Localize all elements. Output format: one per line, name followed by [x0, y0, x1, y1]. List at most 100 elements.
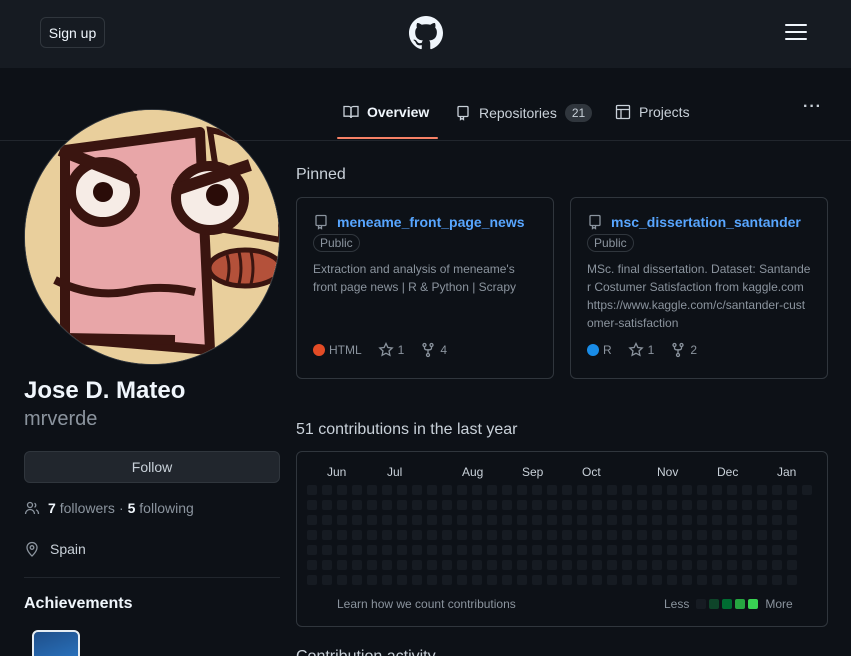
contribution-day[interactable]: [622, 485, 632, 495]
contribution-day[interactable]: [427, 530, 437, 540]
contribution-day[interactable]: [517, 485, 527, 495]
contribution-day[interactable]: [757, 575, 767, 585]
contribution-day[interactable]: [427, 575, 437, 585]
contribution-day[interactable]: [532, 575, 542, 585]
contribution-day[interactable]: [322, 500, 332, 510]
contribution-day[interactable]: [622, 560, 632, 570]
contribution-day[interactable]: [547, 560, 557, 570]
contribution-day[interactable]: [637, 560, 647, 570]
contribution-day[interactable]: [382, 545, 392, 555]
contribution-day[interactable]: [547, 545, 557, 555]
contribution-day[interactable]: [652, 560, 662, 570]
contribution-day[interactable]: [487, 560, 497, 570]
contribution-day[interactable]: [577, 530, 587, 540]
contribution-day[interactable]: [307, 500, 317, 510]
contribution-day[interactable]: [442, 575, 452, 585]
contribution-day[interactable]: [502, 500, 512, 510]
contribution-day[interactable]: [472, 575, 482, 585]
repo-stars[interactable]: 1: [378, 342, 404, 358]
contribution-day[interactable]: [532, 560, 542, 570]
contribution-day[interactable]: [682, 575, 692, 585]
contribution-day[interactable]: [727, 575, 737, 585]
tab-overview[interactable]: Overview: [343, 104, 429, 120]
contribution-day[interactable]: [607, 530, 617, 540]
contribution-day[interactable]: [652, 545, 662, 555]
contribution-day[interactable]: [457, 530, 467, 540]
contribution-day[interactable]: [547, 485, 557, 495]
contribution-day[interactable]: [667, 560, 677, 570]
sign-up-button[interactable]: Sign up: [40, 17, 105, 48]
contribution-day[interactable]: [607, 575, 617, 585]
contribution-day[interactable]: [532, 500, 542, 510]
contribution-day[interactable]: [337, 530, 347, 540]
contribution-day[interactable]: [487, 500, 497, 510]
contribution-day[interactable]: [307, 575, 317, 585]
contribution-day[interactable]: [652, 500, 662, 510]
contribution-day[interactable]: [337, 560, 347, 570]
follow-button[interactable]: Follow: [24, 451, 280, 483]
contribution-day[interactable]: [367, 485, 377, 495]
contribution-day[interactable]: [412, 530, 422, 540]
contribution-day[interactable]: [502, 515, 512, 525]
contribution-day[interactable]: [592, 560, 602, 570]
contribution-day[interactable]: [352, 560, 362, 570]
contribution-day[interactable]: [592, 485, 602, 495]
contribution-day[interactable]: [742, 575, 752, 585]
contribution-day[interactable]: [472, 485, 482, 495]
contribution-day[interactable]: [457, 515, 467, 525]
contribution-day[interactable]: [397, 545, 407, 555]
contribution-day[interactable]: [772, 545, 782, 555]
contribution-day[interactable]: [532, 485, 542, 495]
contribution-day[interactable]: [517, 560, 527, 570]
contribution-day[interactable]: [517, 500, 527, 510]
contribution-day[interactable]: [367, 575, 377, 585]
contribution-day[interactable]: [682, 560, 692, 570]
contribution-day[interactable]: [397, 515, 407, 525]
contribution-day[interactable]: [307, 485, 317, 495]
contribution-day[interactable]: [457, 485, 467, 495]
contribution-day[interactable]: [742, 485, 752, 495]
contribution-day[interactable]: [382, 485, 392, 495]
contribution-day[interactable]: [502, 485, 512, 495]
contribution-day[interactable]: [337, 500, 347, 510]
contribution-day[interactable]: [592, 515, 602, 525]
contribution-day[interactable]: [682, 530, 692, 540]
contribution-day[interactable]: [307, 560, 317, 570]
contribution-day[interactable]: [757, 545, 767, 555]
contribution-day[interactable]: [772, 530, 782, 540]
contribution-day[interactable]: [442, 530, 452, 540]
contribution-day[interactable]: [382, 500, 392, 510]
contribution-day[interactable]: [562, 530, 572, 540]
contribution-day[interactable]: [382, 575, 392, 585]
contribution-day[interactable]: [607, 515, 617, 525]
contribution-day[interactable]: [442, 485, 452, 495]
contribution-day[interactable]: [472, 530, 482, 540]
contribution-day[interactable]: [502, 560, 512, 570]
contribution-day[interactable]: [427, 515, 437, 525]
contribution-day[interactable]: [442, 545, 452, 555]
contribution-day[interactable]: [727, 500, 737, 510]
contribution-day[interactable]: [487, 575, 497, 585]
contribution-day[interactable]: [802, 485, 812, 495]
contribution-day[interactable]: [607, 545, 617, 555]
contribution-day[interactable]: [412, 575, 422, 585]
contribution-day[interactable]: [697, 560, 707, 570]
contribution-day[interactable]: [712, 530, 722, 540]
contribution-day[interactable]: [757, 500, 767, 510]
contribution-day[interactable]: [502, 530, 512, 540]
contribution-day[interactable]: [517, 575, 527, 585]
contribution-day[interactable]: [577, 515, 587, 525]
contribution-day[interactable]: [367, 545, 377, 555]
contribution-day[interactable]: [727, 530, 737, 540]
contribution-day[interactable]: [352, 485, 362, 495]
contribution-day[interactable]: [457, 500, 467, 510]
following-link[interactable]: 5 following: [128, 500, 194, 516]
learn-contributions-link[interactable]: Learn how we count contributions: [337, 597, 516, 611]
contribution-day[interactable]: [742, 515, 752, 525]
contribution-day[interactable]: [532, 515, 542, 525]
contribution-day[interactable]: [697, 485, 707, 495]
contribution-day[interactable]: [502, 545, 512, 555]
repo-name-link[interactable]: meneame_front_page_news: [337, 214, 525, 230]
contribution-day[interactable]: [727, 560, 737, 570]
contribution-day[interactable]: [712, 515, 722, 525]
